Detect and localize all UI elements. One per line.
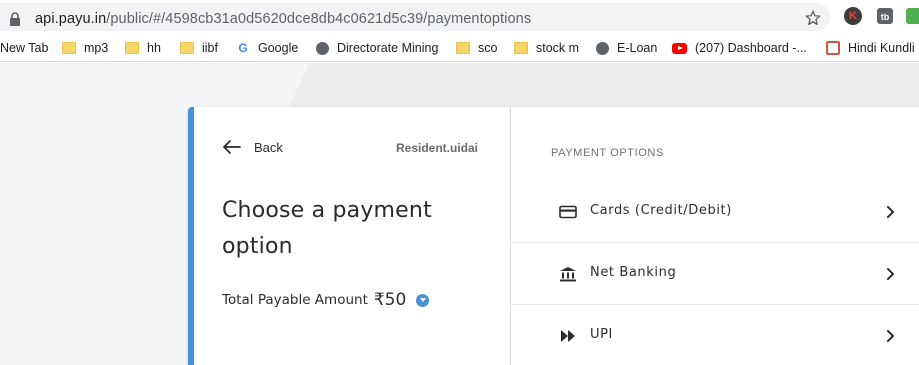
globe-icon (596, 41, 609, 55)
page-title: Choose a payment option (222, 198, 432, 259)
bookmark-label: Directorate Mining (337, 41, 439, 55)
bookmark-label: E-Loan (617, 41, 658, 55)
payment-options-panel: PAYMENT OPTIONS Cards (Credit/Debit) Net… (511, 107, 919, 365)
back-button[interactable]: Back (222, 139, 283, 155)
bookmark-google[interactable]: G Google (236, 40, 298, 56)
bookmark-sco[interactable]: sco (456, 40, 497, 56)
option-net-banking[interactable]: Net Banking (511, 243, 919, 305)
folder-icon (180, 42, 194, 54)
lock-icon[interactable] (9, 12, 21, 26)
total-amount: ₹50 (373, 290, 407, 310)
option-upi[interactable]: UPI (511, 305, 919, 365)
folder-icon (456, 42, 470, 54)
bookmark-directorate-mining[interactable]: Directorate Mining (316, 40, 438, 56)
card-icon (559, 205, 577, 219)
bookmark-label: hh (147, 41, 161, 55)
bookmark-label: New Tab (0, 41, 49, 55)
background-decoration (286, 63, 919, 113)
merchant-name: Resident.uidai (395, 141, 478, 155)
url-host: api.payu.in (35, 11, 107, 27)
bookmark-label: sco (478, 41, 498, 55)
bookmark-e-loan[interactable]: E-Loan (596, 40, 657, 56)
address-bar[interactable]: api.payu.in/public/#/4598cb31a0d5620dce8… (0, 3, 830, 31)
folder-icon (125, 42, 139, 54)
bookmark-new-tab[interactable]: New Tab (0, 40, 48, 56)
bookmark-label: stock m (536, 41, 580, 55)
extension-tb-icon[interactable]: tb (877, 8, 893, 24)
folder-icon (62, 42, 76, 54)
option-label: Net Banking (590, 265, 677, 280)
arrow-left-icon (223, 140, 241, 154)
bookmark-label: mp3 (84, 41, 109, 55)
extension-k-icon[interactable]: K (844, 7, 862, 25)
back-label: Back (254, 139, 283, 155)
google-icon: G (238, 41, 248, 55)
option-label: UPI (590, 327, 613, 342)
extension-green-icon[interactable] (906, 8, 919, 24)
browser-toolbar: api.payu.in/public/#/4598cb31a0d5620dce8… (0, 0, 919, 34)
total-payable: Total Payable Amount ₹50 (222, 290, 430, 310)
bookmark-label: iibf (202, 41, 218, 55)
bookmark-hindi-kundli[interactable]: Hindi Kundli I (826, 40, 919, 56)
bookmark-label: Hindi Kundli I (848, 41, 919, 55)
bookmark-iibf[interactable]: iibf (180, 40, 218, 56)
bookmark-hh[interactable]: hh (125, 40, 161, 56)
bookmarks-bar: New Tab mp3 hh iibf G Google Directorate… (0, 34, 919, 62)
chevron-right-icon (887, 268, 894, 280)
bank-icon (560, 267, 576, 282)
bookmark-label: (207) Dashboard -... (695, 41, 807, 55)
folder-icon (514, 42, 528, 54)
bookmark-dashboard[interactable]: (207) Dashboard -... (672, 40, 807, 56)
payment-options-title: PAYMENT OPTIONS (551, 147, 664, 159)
option-cards[interactable]: Cards (Credit/Debit) (511, 181, 919, 243)
bookmark-label: Google (258, 41, 299, 55)
globe-icon (316, 41, 329, 55)
url-text[interactable]: api.payu.in/public/#/4598cb31a0d5620dce8… (35, 11, 531, 27)
chevron-right-icon (887, 206, 894, 218)
url-path: /public/#/4598cb31a0d5620dce8db4c0621d5c… (106, 11, 532, 27)
chevron-right-icon (887, 330, 894, 342)
bookmark-mp3[interactable]: mp3 (62, 40, 108, 56)
bookmark-star-icon[interactable] (804, 9, 822, 27)
option-label: Cards (Credit/Debit) (590, 203, 732, 218)
kundli-icon (826, 41, 840, 55)
payment-page: Back Resident.uidai Choose a payment opt… (0, 63, 919, 365)
chevron-down-icon[interactable] (416, 293, 430, 307)
total-label: Total Payable Amount (222, 292, 368, 308)
bookmark-stock-m[interactable]: stock m (514, 40, 579, 56)
upi-icon (561, 330, 575, 342)
order-summary-panel: Back Resident.uidai Choose a payment opt… (188, 107, 510, 365)
youtube-icon (672, 42, 687, 54)
